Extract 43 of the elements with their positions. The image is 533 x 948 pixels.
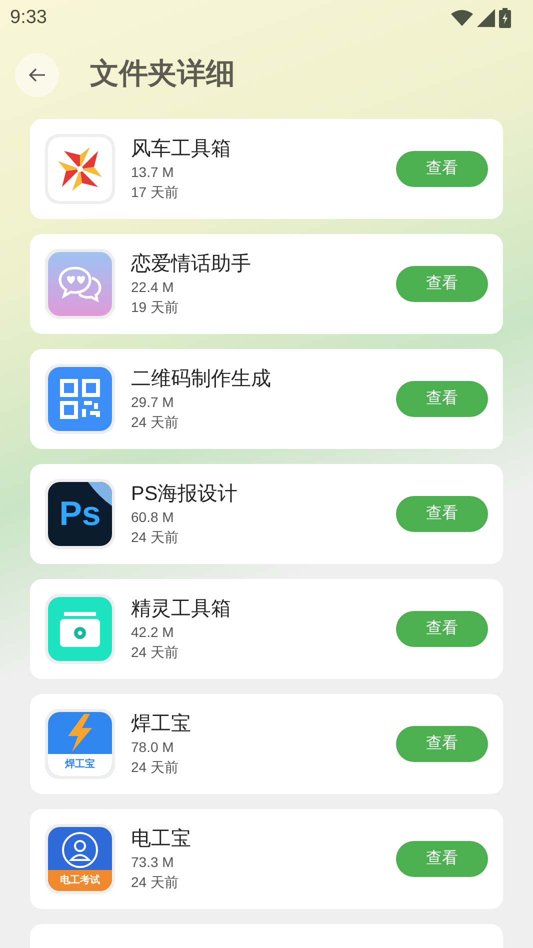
app-age: 24 天前 (131, 758, 180, 777)
view-button[interactable]: 查看 (396, 841, 488, 877)
app-size: 42.2 M (131, 623, 175, 642)
icon-label: 电工考试 (60, 876, 100, 886)
status-time: 9:33 (10, 6, 47, 30)
app-age: 24 天前 (131, 643, 180, 662)
app-size: 22.4 M (131, 278, 175, 297)
app-name: 焊工宝 (131, 712, 192, 737)
signal-icon (477, 9, 495, 27)
back-arrow-icon (28, 67, 46, 83)
app-name: 电工宝 (131, 827, 192, 852)
app-icon (45, 364, 115, 434)
back-button[interactable] (15, 53, 59, 97)
app-icon (45, 134, 115, 204)
view-button[interactable]: 查看 (396, 726, 488, 762)
app-icon (45, 249, 115, 319)
app-size: 29.7 M (131, 393, 175, 412)
app-age: 24 天前 (131, 413, 180, 432)
app-name: 二维码制作生成 (131, 367, 272, 392)
app-age: 24 天前 (131, 528, 180, 547)
worker-badge-icon (60, 830, 100, 870)
battery-icon (499, 8, 511, 28)
app-name: 精灵工具箱 (131, 597, 232, 622)
view-button[interactable]: 查看 (396, 381, 488, 417)
page-title: 文件夹详细 (90, 57, 235, 92)
view-button[interactable]: 查看 (396, 496, 488, 532)
app-name: PS海报设计 (131, 482, 239, 507)
app-icon (45, 594, 115, 664)
app-size: 60.8 M (131, 508, 175, 527)
app-age: 19 天前 (131, 298, 180, 317)
view-button[interactable]: 查看 (396, 266, 488, 302)
view-button[interactable]: 查看 (396, 151, 488, 187)
icon-label: Ps (59, 497, 101, 531)
wifi-icon (451, 10, 473, 26)
app-age: 17 天前 (131, 183, 180, 202)
app-age: 24 天前 (131, 873, 180, 892)
view-button[interactable]: 查看 (396, 611, 488, 647)
app-size: 13.7 M (131, 163, 175, 182)
icon-label: 焊工宝 (65, 760, 95, 770)
app-size: 73.3 M (131, 853, 175, 872)
app-size: 78.0 M (131, 738, 175, 757)
app-name: 恋爱情话助手 (131, 252, 252, 277)
app-name: 风车工具箱 (131, 137, 232, 162)
